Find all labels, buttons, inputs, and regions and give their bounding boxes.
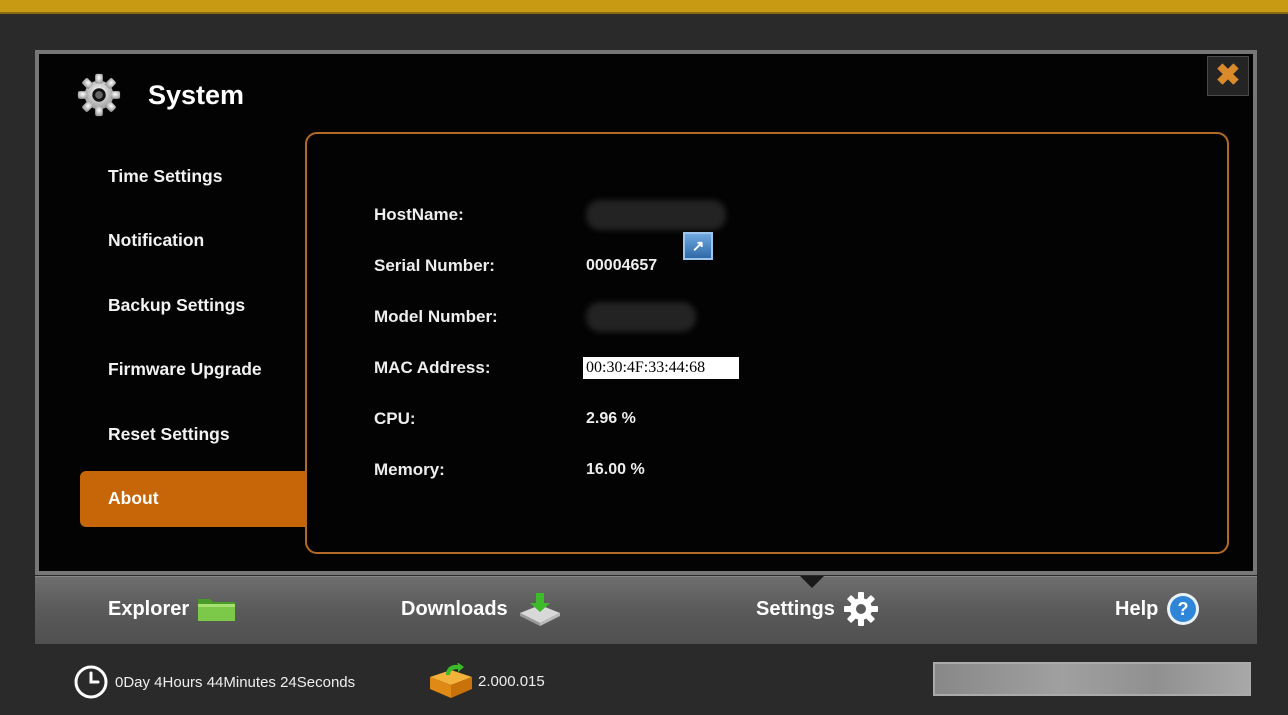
model-label: Model Number:	[374, 307, 498, 326]
uptime-text: 0Day 4Hours 44Minutes 24Seconds	[115, 673, 356, 691]
tab-help-label: Help	[1115, 597, 1159, 620]
model-value-redacted	[586, 302, 696, 332]
external-link-icon[interactable]: ↗	[683, 232, 713, 260]
serial-row: Serial Number: 00004657	[374, 252, 657, 280]
close-icon: ✖	[1215, 59, 1241, 92]
model-row: Model Number:	[374, 302, 696, 332]
mac-value[interactable]: 00:30:4F:33:44:68	[583, 357, 739, 379]
memory-value: 16.00 %	[586, 461, 645, 478]
tab-explorer-label: Explorer	[108, 597, 190, 620]
cpu-row: CPU: 2.96 %	[374, 405, 636, 433]
cpu-value: 2.96 %	[586, 410, 636, 427]
tab-help[interactable]: Help ?	[1115, 589, 1200, 629]
serial-label: Serial Number:	[374, 256, 495, 275]
window-header: System	[76, 71, 244, 119]
tab-settings[interactable]: Settings	[756, 589, 879, 629]
close-button[interactable]: ✖	[1207, 56, 1249, 96]
system-window: ✖ System Time Settings Notification Back…	[35, 50, 1257, 575]
version-display: 2.000.015	[428, 663, 545, 699]
sidebar-item-firmware-upgrade[interactable]: Firmware Upgrade	[80, 342, 308, 398]
tab-downloads[interactable]: Downloads	[401, 589, 564, 629]
about-panel: HostName: ↗ Serial Number: 00004657 Mode…	[305, 132, 1229, 554]
mac-row: MAC Address: 00:30:4F:33:44:68	[374, 354, 739, 382]
window-title: System	[148, 79, 245, 110]
hostname-value-redacted	[586, 200, 726, 230]
sidebar-item-time-settings[interactable]: Time Settings	[80, 148, 308, 204]
memory-label: Memory:	[374, 460, 445, 479]
cpu-label: CPU:	[374, 409, 416, 428]
folder-icon	[198, 599, 236, 621]
clock-icon	[74, 665, 108, 699]
tab-downloads-label: Downloads	[401, 597, 508, 620]
hostname-label: HostName:	[374, 205, 464, 224]
bottom-tabbar: Explorer Downloads Settings Help ?	[35, 576, 1257, 644]
help-icon: ?	[1167, 593, 1200, 625]
tab-settings-label: Settings	[756, 597, 835, 620]
version-text: 2.000.015	[478, 672, 545, 690]
memory-row: Memory: 16.00 %	[374, 456, 645, 484]
sidebar-item-notification[interactable]: Notification	[80, 213, 308, 269]
status-progress-bar	[933, 662, 1251, 696]
top-accent-stripe	[0, 0, 1288, 14]
active-tab-pointer	[800, 576, 824, 588]
package-icon	[430, 663, 472, 698]
uptime-display: 0Day 4Hours 44Minutes 24Seconds	[74, 665, 355, 699]
gear-icon	[843, 592, 878, 626]
status-progress-fill	[935, 664, 1249, 694]
gear-icon	[77, 73, 121, 117]
status-bar: 0Day 4Hours 44Minutes 24Seconds 2.000.01…	[0, 645, 1288, 715]
sidebar-item-about[interactable]: About	[80, 470, 308, 527]
serial-value: 00004657	[586, 257, 658, 274]
sidebar-item-reset-settings[interactable]: Reset Settings	[80, 406, 308, 462]
settings-sidebar: Time Settings Notification Backup Settin…	[80, 148, 308, 535]
hostname-row: HostName:	[374, 200, 726, 230]
sidebar-item-backup-settings[interactable]: Backup Settings	[80, 277, 308, 333]
mac-label: MAC Address:	[374, 358, 491, 377]
download-icon	[519, 593, 560, 626]
svg-text:?: ?	[1178, 599, 1189, 619]
tab-explorer[interactable]: Explorer	[108, 589, 237, 629]
